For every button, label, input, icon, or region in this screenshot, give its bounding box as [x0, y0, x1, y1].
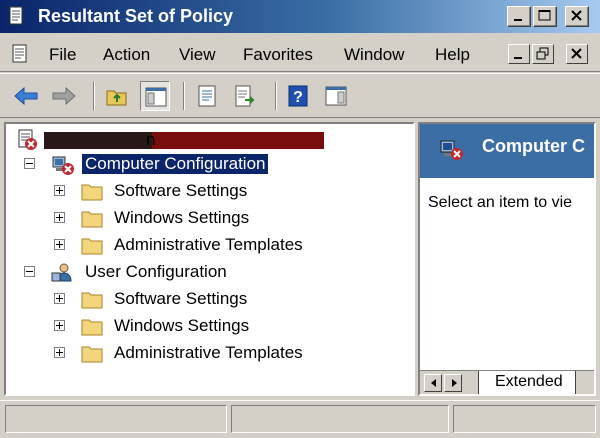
view-tab-strip: Extended	[420, 370, 594, 394]
uc-software-settings-label: Software Settings	[114, 289, 248, 308]
tree-node-uc-software-settings[interactable]: Software Settings	[54, 288, 354, 312]
status-cell-secondary	[231, 405, 449, 433]
tab-scroll-right-button[interactable]	[444, 374, 462, 392]
properties-icon[interactable]	[192, 81, 222, 111]
child-close-button[interactable]	[566, 44, 588, 64]
root-label-suffix: n	[146, 130, 156, 149]
minimize-button[interactable]	[507, 6, 531, 27]
up-folder-icon[interactable]	[102, 81, 132, 111]
console-scroll-icon[interactable]	[10, 43, 30, 65]
show-hide-tree-icon[interactable]	[140, 81, 170, 111]
status-cell-tertiary	[453, 405, 596, 433]
expand-icon[interactable]	[54, 347, 65, 358]
uc-windows-settings-label: Windows Settings	[114, 316, 250, 335]
status-bar	[0, 400, 600, 438]
forward-arrow-icon[interactable]	[48, 81, 78, 111]
user-configuration-label: User Configuration	[85, 262, 227, 281]
tree-node-computer-configuration[interactable]: Computer Configuration	[24, 153, 324, 177]
help-icon[interactable]: ?	[283, 81, 313, 111]
tab-extended[interactable]: Extended	[478, 371, 576, 394]
expand-icon[interactable]	[54, 320, 65, 331]
tree-node-cc-windows-settings[interactable]: Windows Settings	[54, 207, 354, 231]
expand-icon[interactable]	[54, 239, 65, 250]
collapse-icon[interactable]	[24, 158, 35, 169]
console-tree-pane[interactable]: n Computer Configuration Software Settin…	[4, 122, 415, 396]
toolbar-separator	[93, 82, 95, 110]
collapse-icon[interactable]	[24, 266, 35, 277]
computer-configuration-label: Computer Configuration	[80, 153, 270, 175]
toolbar-separator	[183, 82, 185, 110]
uc-administrative-templates-label: Administrative Templates	[114, 343, 303, 362]
cc-administrative-templates-label: Administrative Templates	[114, 235, 303, 254]
menu-view[interactable]: View	[179, 45, 216, 65]
maximize-button[interactable]	[533, 6, 557, 27]
toolbar-separator	[275, 82, 277, 110]
expand-icon[interactable]	[54, 185, 65, 196]
svg-text:?: ?	[293, 89, 303, 106]
menu-window[interactable]: Window	[344, 45, 404, 65]
folder-icon	[80, 288, 104, 315]
detail-pane-title: Computer C	[482, 136, 585, 156]
back-arrow-icon[interactable]	[10, 81, 40, 111]
status-cell-main	[5, 405, 227, 433]
menu-favorites[interactable]: Favorites	[243, 45, 313, 65]
folder-icon	[80, 234, 104, 261]
tree-node-cc-administrative-templates[interactable]: Administrative Templates	[54, 234, 374, 258]
tab-scroll-left-button[interactable]	[424, 374, 442, 392]
folder-icon	[80, 342, 104, 369]
window-title: Resultant Set of Policy	[38, 6, 234, 26]
tree-node-uc-windows-settings[interactable]: Windows Settings	[54, 315, 354, 339]
detail-pane-header: Computer C	[420, 124, 594, 178]
export-list-icon[interactable]	[230, 81, 260, 111]
child-restore-button[interactable]	[532, 44, 554, 64]
menu-bar: File Action View Favorites Window Help	[0, 36, 600, 72]
child-minimize-button[interactable]	[508, 44, 530, 64]
menu-help[interactable]: Help	[435, 45, 470, 65]
toolbar: ?	[0, 73, 600, 118]
folder-icon	[80, 180, 104, 207]
menu-file[interactable]: File	[49, 45, 76, 65]
redacted-root-label-dark	[44, 132, 152, 149]
expand-icon[interactable]	[54, 293, 65, 304]
detail-pane-message: Select an item to vie	[428, 194, 573, 211]
computer-config-icon	[50, 153, 76, 182]
rsop-scroll-icon	[8, 6, 26, 26]
rsop-root-icon	[16, 129, 40, 156]
folder-icon	[80, 207, 104, 234]
show-hide-action-pane-icon[interactable]	[321, 81, 351, 111]
detail-pane[interactable]: Computer C Select an item to vie Extende…	[418, 122, 596, 396]
tree-node-user-configuration[interactable]: User Configuration	[24, 261, 324, 285]
expand-icon[interactable]	[54, 212, 65, 223]
user-config-icon	[50, 261, 76, 290]
tree-node-cc-software-settings[interactable]: Software Settings	[54, 180, 354, 204]
title-bar[interactable]: Resultant Set of Policy	[0, 0, 600, 33]
menu-action[interactable]: Action	[103, 45, 150, 65]
cc-windows-settings-label: Windows Settings	[114, 208, 250, 227]
close-button[interactable]	[565, 6, 589, 27]
tree-node-uc-administrative-templates[interactable]: Administrative Templates	[54, 342, 374, 366]
computer-config-icon	[438, 137, 466, 168]
folder-icon	[80, 315, 104, 342]
cc-software-settings-label: Software Settings	[114, 181, 248, 200]
